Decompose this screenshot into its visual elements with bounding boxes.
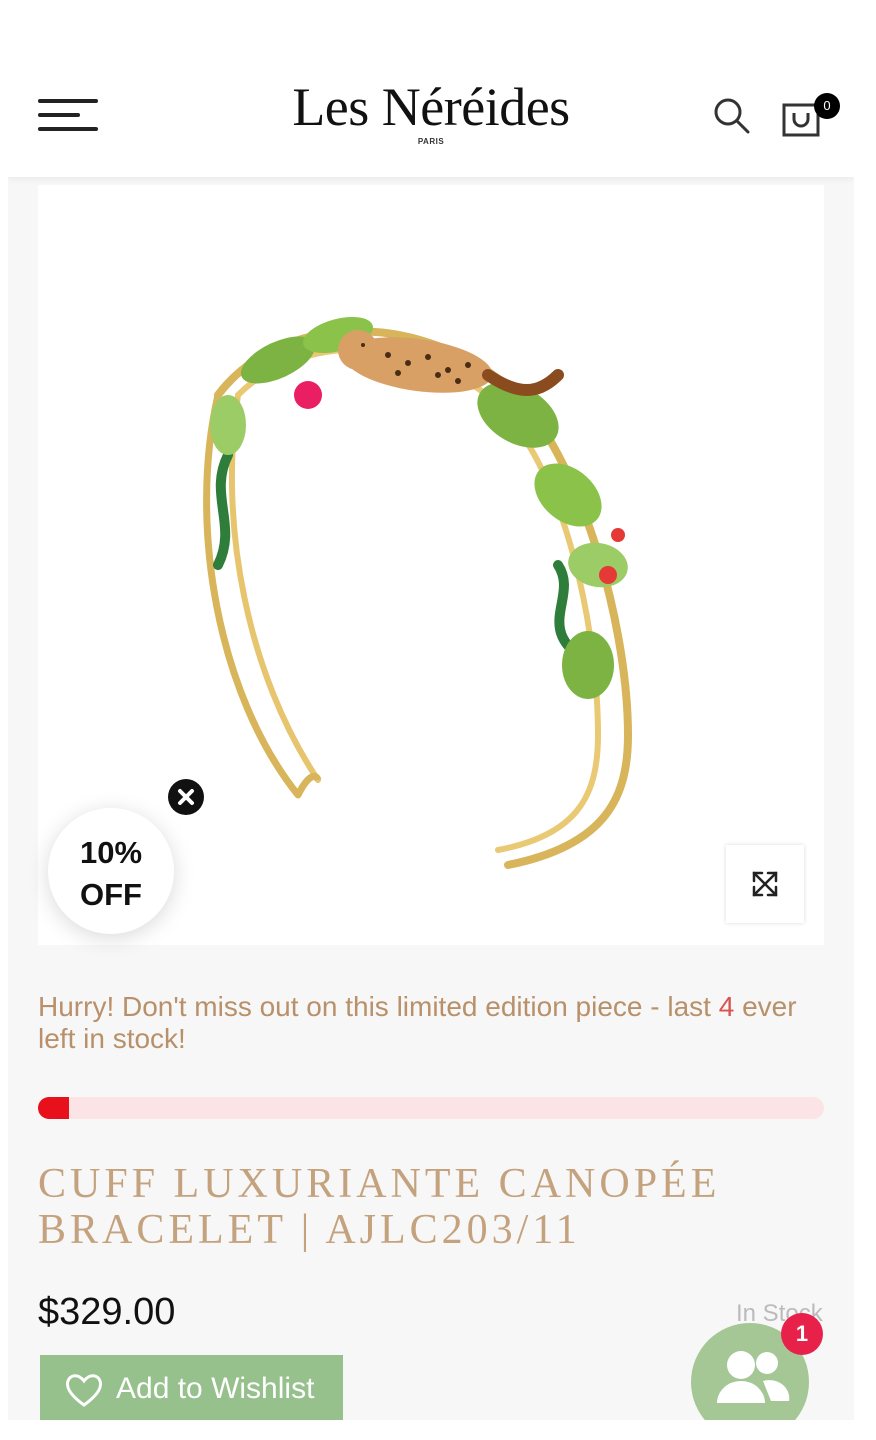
close-discount-button[interactable]: [168, 779, 204, 815]
search-icon[interactable]: [712, 95, 752, 135]
product-price: $329.00: [38, 1291, 176, 1333]
product-page: Les Néréides PARIS 0 10% OFF Hurry! Don'…: [8, 55, 854, 1420]
discount-off: OFF: [80, 877, 142, 912]
stock-level-fill: [38, 1097, 70, 1119]
discount-popup[interactable]: 10% OFF: [48, 808, 174, 934]
discount-label: 10% OFF: [48, 832, 174, 916]
product-title: CUFF LUXURIANTE CANOPÉE BRACELET | AJLC2…: [38, 1161, 721, 1253]
expand-icon: [752, 871, 778, 897]
cart-count-badge: 0: [814, 93, 840, 119]
site-header: Les Néréides PARIS 0: [8, 55, 854, 177]
discount-percent: 10%: [79, 835, 143, 870]
urgency-count: 4: [718, 991, 735, 1022]
expand-image-button[interactable]: [726, 845, 804, 923]
wishlist-label: Add to Wishlist: [116, 1372, 315, 1405]
close-icon: [178, 789, 194, 805]
cart-button[interactable]: 0: [780, 93, 840, 141]
logo-subtitle: PARIS: [417, 137, 445, 146]
add-to-wishlist-button[interactable]: Add to Wishlist: [40, 1355, 343, 1420]
stock-urgency-message: Hurry! Don't miss out on this limited ed…: [38, 991, 828, 1055]
urgency-prefix: Hurry! Don't miss out on this limited ed…: [38, 991, 719, 1022]
heart-icon: [66, 1374, 102, 1407]
chat-notification-badge: 1: [781, 1313, 823, 1355]
stock-level-bar: [38, 1097, 824, 1119]
product-image: [203, 316, 633, 869]
